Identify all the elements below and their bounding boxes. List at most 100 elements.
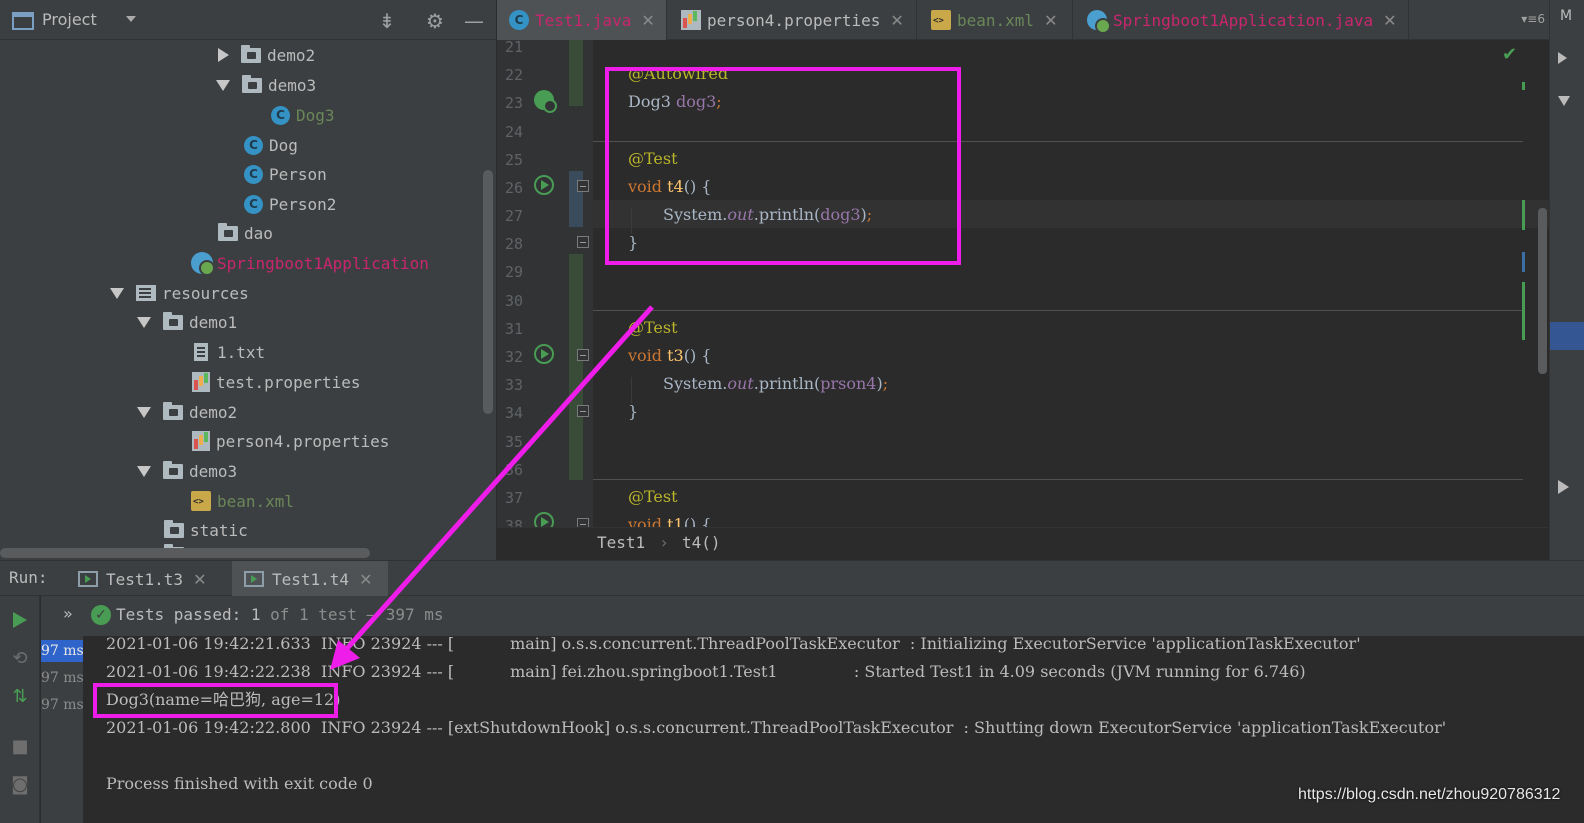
- tab-label: Test1.java: [535, 10, 632, 30]
- change-stripe[interactable]: [1522, 282, 1525, 340]
- run-test-icon[interactable]: [534, 175, 554, 195]
- punct-token: ;: [882, 374, 889, 393]
- vcs-change-marker: [569, 254, 583, 480]
- line-number: 32: [504, 348, 523, 366]
- change-stripe[interactable]: [1522, 252, 1525, 272]
- rerun-failed-icon[interactable]: ⟲: [8, 646, 32, 670]
- folder-icon: [163, 311, 183, 330]
- tree-item-demo2-package[interactable]: demo2: [218, 41, 315, 69]
- chevron-down-icon[interactable]: [126, 16, 136, 22]
- code-line-34: }: [628, 398, 638, 426]
- run-test-icon[interactable]: [534, 512, 554, 527]
- change-stripe[interactable]: [1522, 82, 1525, 90]
- fold-marker-icon[interactable]: [577, 405, 589, 417]
- collapse-arrow-icon[interactable]: [137, 465, 151, 477]
- editor-vertical-scrollbar[interactable]: [1538, 208, 1547, 374]
- project-panel-header: Project ⇟ ⚙ —: [0, 0, 496, 40]
- test-node-time[interactable]: 97 ms: [41, 640, 83, 662]
- close-icon[interactable]: ✕: [641, 11, 654, 30]
- tree-item-resources-folder[interactable]: resources: [110, 279, 249, 307]
- close-icon[interactable]: ✕: [890, 11, 903, 30]
- tree-item-label: demo2: [189, 402, 238, 422]
- tab-bean-xml[interactable]: bean.xml ✕: [919, 0, 1073, 40]
- expand-arrow-icon[interactable]: [218, 48, 229, 62]
- tree-item-templates-folder[interactable]: templates: [164, 540, 277, 548]
- line-number: 23: [504, 94, 523, 112]
- tree-item-1-txt[interactable]: 1.txt: [194, 338, 265, 366]
- close-icon[interactable]: ✕: [359, 570, 372, 589]
- breadcrumb-class[interactable]: Test1: [597, 533, 645, 552]
- tree-item-test-properties[interactable]: test.properties: [192, 368, 361, 396]
- tree-item-demo3-folder[interactable]: demo3: [137, 457, 237, 485]
- tree-item-label: Person: [269, 164, 327, 184]
- tree-item-demo1-folder[interactable]: demo1: [137, 308, 237, 336]
- tab-springboot1application-java[interactable]: Springboot1Application.java ✕: [1075, 0, 1409, 40]
- project-horizontal-scrollbar[interactable]: [0, 548, 370, 558]
- project-tree: demo2 demo3 C Dog3 C Dog C Person C Pers…: [0, 40, 482, 548]
- change-stripe[interactable]: [1522, 200, 1525, 230]
- fold-marker-icon[interactable]: [577, 518, 589, 527]
- tree-item-person4-properties[interactable]: person4.properties: [192, 427, 389, 455]
- tree-item-demo3-package[interactable]: demo3: [216, 71, 316, 99]
- autowired-bean-icon[interactable]: [534, 90, 557, 113]
- toggle-auto-test-icon[interactable]: ⇅: [8, 684, 32, 708]
- fold-marker-icon[interactable]: [577, 236, 589, 248]
- tree-item-dao-package[interactable]: dao: [218, 219, 273, 247]
- minimize-icon[interactable]: —: [463, 10, 485, 32]
- tree-item-bean-xml[interactable]: bean.xml: [191, 487, 294, 515]
- collapse-arrow-icon[interactable]: [216, 79, 230, 91]
- tree-item-person2-class[interactable]: C Person2: [244, 190, 336, 218]
- expand-right-icon[interactable]: [1558, 480, 1569, 494]
- fold-marker-icon[interactable]: [577, 180, 589, 192]
- tab-label: person4.properties: [707, 10, 881, 30]
- run-tab-label: Test1.t3: [106, 569, 184, 589]
- tab-overflow-menu[interactable]: ▾≡6: [1521, 12, 1545, 26]
- play-icon[interactable]: [1558, 52, 1567, 64]
- highlight-box-output: [93, 683, 338, 718]
- tree-item-springboot1application[interactable]: Springboot1Application: [191, 249, 429, 277]
- project-view-selector[interactable]: Project: [42, 10, 97, 29]
- properties-file-icon: [192, 431, 210, 451]
- tree-item-demo2-folder[interactable]: demo2: [137, 398, 237, 426]
- triangle-down-icon[interactable]: [1558, 96, 1570, 106]
- class-icon: C: [244, 194, 263, 214]
- tab-person4-properties[interactable]: person4.properties ✕: [669, 0, 917, 40]
- test-node-time[interactable]: 97 ms: [41, 694, 83, 716]
- fold-marker-icon[interactable]: [577, 349, 589, 361]
- rerun-icon[interactable]: [8, 608, 32, 632]
- tab-label: Springboot1Application.java: [1113, 10, 1374, 30]
- collapse-all-icon[interactable]: ⇟: [376, 10, 398, 32]
- line-number: 37: [504, 489, 523, 507]
- collapse-arrow-icon[interactable]: [110, 287, 124, 299]
- project-vertical-scrollbar[interactable]: [483, 170, 493, 414]
- double-chevron-icon[interactable]: »: [63, 604, 73, 623]
- collapse-arrow-icon[interactable]: [137, 316, 151, 328]
- breadcrumb-method[interactable]: t4(): [682, 533, 721, 552]
- tree-item-person-class[interactable]: C Person: [244, 160, 327, 188]
- collapse-arrow-icon[interactable]: [137, 406, 151, 418]
- code-line-33: System.out.println(prson4);: [663, 370, 888, 398]
- tree-item-label: person4.properties: [216, 431, 390, 451]
- maven-tool-label[interactable]: M: [1560, 8, 1572, 24]
- run-tab-test1-t3[interactable]: Test1.t3 ✕: [66, 561, 224, 597]
- method-call-token: .println(: [753, 374, 821, 393]
- tree-item-dog3-class[interactable]: C Dog3: [271, 101, 335, 129]
- close-icon[interactable]: ✕: [1044, 11, 1057, 30]
- inspection-ok-check-icon[interactable]: ✔: [1502, 44, 1517, 65]
- close-icon[interactable]: ✕: [1383, 11, 1396, 30]
- run-test-icon[interactable]: [534, 344, 554, 364]
- tab-test1-java[interactable]: C Test1.java ✕: [497, 0, 667, 40]
- tree-item-label: Dog: [269, 135, 298, 155]
- camera-icon[interactable]: ◙: [8, 772, 32, 796]
- right-tool-strip: M: [1549, 0, 1584, 560]
- gear-icon[interactable]: ⚙: [424, 10, 446, 32]
- test-node-time[interactable]: 97 ms: [41, 667, 83, 689]
- close-icon[interactable]: ✕: [193, 570, 206, 589]
- run-tab-test1-t4[interactable]: Test1.t4 ✕: [232, 561, 388, 597]
- line-number: 31: [504, 320, 523, 338]
- spring-boot-app-icon: [191, 252, 215, 276]
- stop-icon[interactable]: ■: [8, 734, 32, 758]
- class-icon: C: [509, 10, 529, 30]
- tab-label: bean.xml: [957, 10, 1035, 30]
- tree-item-dog-class[interactable]: C Dog: [244, 131, 298, 159]
